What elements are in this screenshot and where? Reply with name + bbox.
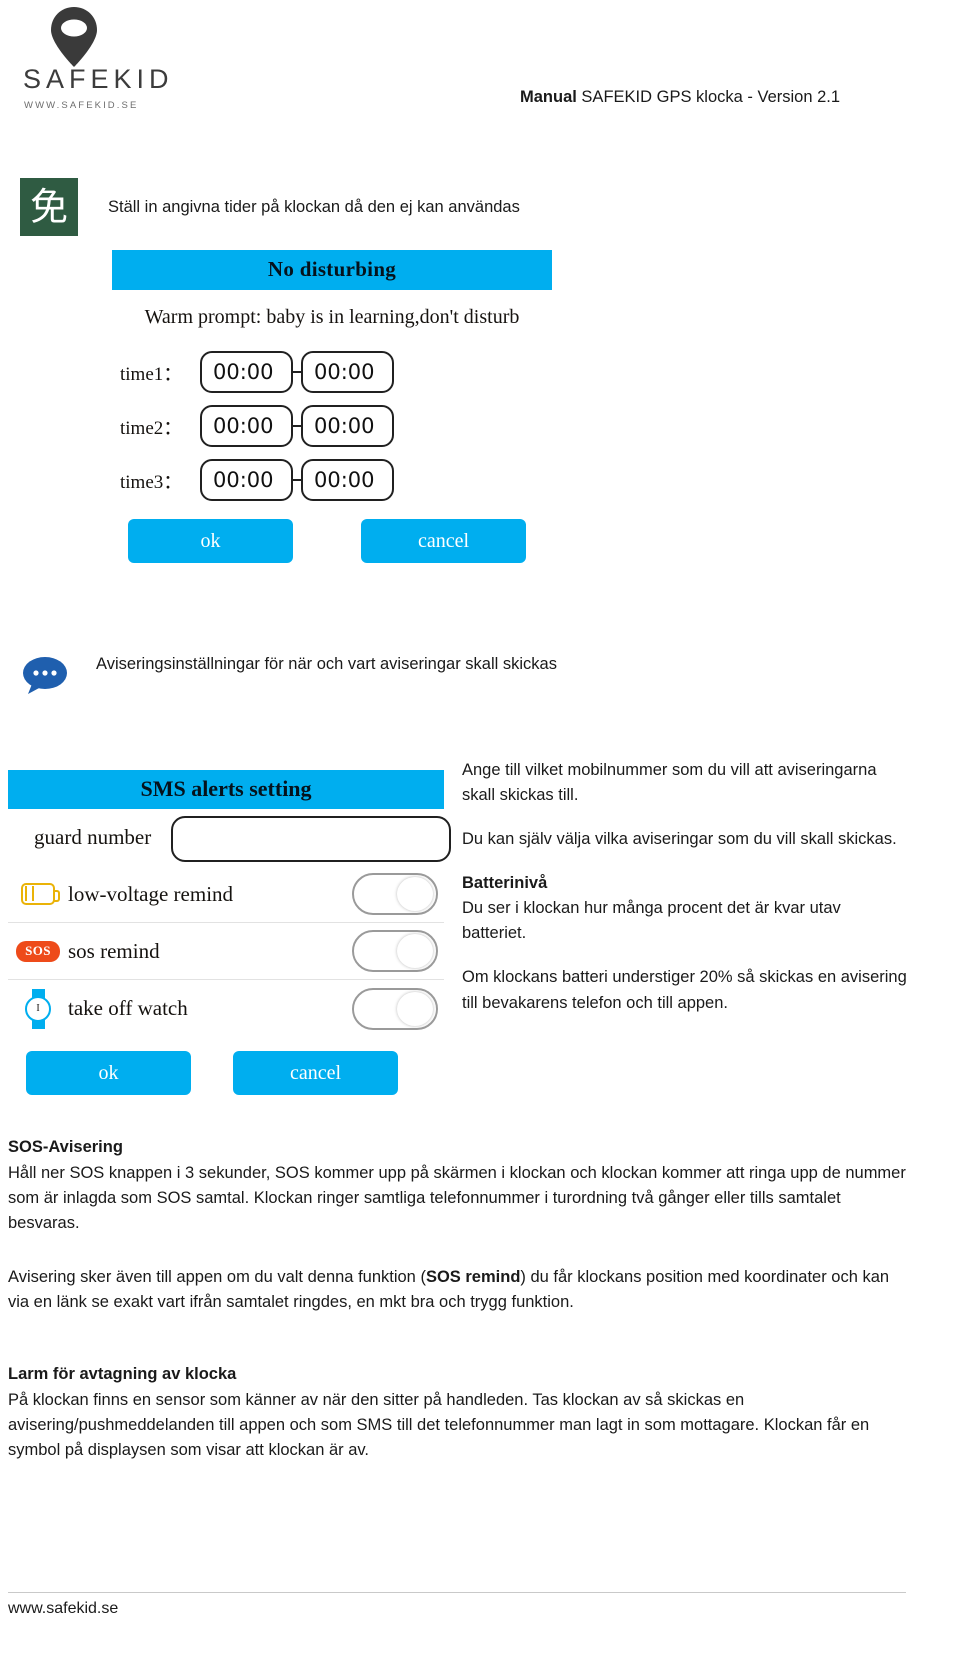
chat-bubble-icon xyxy=(22,655,68,695)
no-disturb-glyph: 免 xyxy=(29,185,68,229)
no-disturbing-actions: ok cancel xyxy=(112,519,552,563)
take-off-watch-toggle[interactable] xyxy=(352,987,438,1030)
watch-icon: I xyxy=(8,988,68,1029)
time-row: time3： 00:00 00:00 xyxy=(112,459,552,501)
logo-url: WWW.SAFEKID.SE xyxy=(24,100,139,111)
time1-label: time1： xyxy=(120,363,183,385)
logo-wordmark: SAFEKID xyxy=(23,64,174,94)
time2-dash xyxy=(293,425,301,427)
no-disturbing-dialog: No disturbing Warm prompt: baby is in le… xyxy=(112,250,552,563)
no-disturbing-ok-button[interactable]: ok xyxy=(128,519,293,563)
watch-face-text: I xyxy=(25,995,51,1022)
right-paragraph-4: Om klockans batteri understiger 20% så s… xyxy=(462,968,907,1012)
sos-avisering-body: Håll ner SOS knappen i 3 sekunder, SOS k… xyxy=(8,1164,906,1233)
toggle-knob xyxy=(397,991,433,1026)
page-header: SAFEKID WWW.SAFEKID.SE Manual SAFEKID GP… xyxy=(0,0,960,140)
sms-alerts-cancel-button[interactable]: cancel xyxy=(233,1051,398,1095)
sms-alerts-dialog: SMS alerts setting guard number low-volt… xyxy=(8,770,451,1095)
take-off-watch-label: take off watch xyxy=(68,996,188,1020)
time1-from-input[interactable]: 00:00 xyxy=(200,351,293,393)
guard-number-input[interactable] xyxy=(171,816,451,862)
right-column-text: Ange till vilket mobilnummer som du vill… xyxy=(462,758,908,1016)
right-paragraph-3: Batterinivå Du ser i klockan hur många pr… xyxy=(462,871,908,946)
sos-remind-label: sos remind xyxy=(68,938,160,963)
time1-dash xyxy=(293,371,301,373)
no-disturbing-title: No disturbing xyxy=(112,250,552,290)
time3-label: time3： xyxy=(120,471,183,493)
sms-alerts-actions: ok cancel xyxy=(8,1051,444,1095)
avtagning-heading: Larm för avtagning av klocka xyxy=(8,1365,237,1383)
manual-title-bold: Manual xyxy=(520,88,577,106)
avtagning-block: Larm för avtagning av klocka På klockan … xyxy=(8,1362,906,1463)
safekid-logo: SAFEKID WWW.SAFEKID.SE xyxy=(22,6,172,111)
take-off-watch-row: I take off watch xyxy=(8,980,444,1037)
sos-remind-inline: SOS remind xyxy=(425,1268,521,1286)
footer-url: www.safekid.se xyxy=(8,1600,119,1617)
batterinivo-heading: Batterinivå xyxy=(462,874,548,893)
time2-from-input[interactable]: 00:00 xyxy=(200,405,293,447)
low-voltage-remind-toggle[interactable] xyxy=(352,873,438,915)
time-row: time2： 00:00 00:00 xyxy=(112,405,552,447)
no-disturbing-subtitle: Warm prompt: baby is in learning,don't d… xyxy=(144,306,520,328)
guard-number-row: guard number xyxy=(8,809,451,866)
time1-to-input[interactable]: 00:00 xyxy=(301,351,394,393)
no-disturbing-cancel-button[interactable]: cancel xyxy=(361,519,526,563)
manual-title-rest: SAFEKID GPS klocka - Version 2.1 xyxy=(576,88,841,106)
low-voltage-remind-row: low-voltage remind xyxy=(8,866,444,923)
sos-avisering-heading: SOS-Avisering xyxy=(8,1138,123,1156)
time2-label: time2： xyxy=(120,417,183,439)
right-paragraph-2: Du kan själv välja vilka aviseringar som… xyxy=(462,830,897,849)
sos-remind-row: SOS sos remind xyxy=(8,923,444,980)
batterinivo-body: Du ser i klockan hur många procent det ä… xyxy=(462,899,841,943)
guard-number-label: guard number xyxy=(34,825,152,849)
app-avisering-block: Avisering sker även till appen om du val… xyxy=(8,1265,906,1315)
battery-icon xyxy=(8,883,68,905)
sos-remind-toggle[interactable] xyxy=(352,930,438,972)
right-paragraph-1: Ange till vilket mobilnummer som du vill… xyxy=(462,761,877,805)
app-avisering-body: Avisering sker även till appen om du val… xyxy=(8,1265,906,1315)
sos-avisering-block: SOS-Avisering Håll ner SOS knappen i 3 s… xyxy=(8,1135,906,1236)
manual-title: Manual SAFEKID GPS klocka - Version 2.1 xyxy=(520,88,840,107)
map-pin-icon xyxy=(48,6,100,68)
app-avisering-part1: Avisering sker även till appen om du val… xyxy=(8,1268,426,1286)
time3-from-input[interactable]: 00:00 xyxy=(200,459,293,501)
low-voltage-remind-label: low-voltage remind xyxy=(68,881,234,906)
toggle-knob xyxy=(397,934,433,968)
sos-badge-text: SOS xyxy=(16,940,60,962)
toggle-knob xyxy=(397,877,433,911)
time-rows: time1： 00:00 00:00 time2： 00:00 00:00 ti… xyxy=(112,351,552,501)
time3-to-input[interactable]: 00:00 xyxy=(301,459,394,501)
no-disturb-icon: 免 xyxy=(20,178,78,236)
time2-to-input[interactable]: 00:00 xyxy=(301,405,394,447)
sms-alerts-ok-button[interactable]: ok xyxy=(26,1051,191,1095)
no-disturb-caption: Ställ in angivna tider på klockan då den… xyxy=(108,198,520,216)
time-row: time1： 00:00 00:00 xyxy=(112,351,552,393)
avisering-caption: Aviseringsinställningar för när och vart… xyxy=(96,655,557,673)
footer-divider xyxy=(8,1592,906,1593)
sos-badge-icon: SOS xyxy=(8,940,68,962)
avtagning-body: På klockan finns en sensor som känner av… xyxy=(8,1391,870,1460)
time3-dash xyxy=(293,479,301,481)
sms-alerts-title: SMS alerts setting xyxy=(8,770,444,809)
